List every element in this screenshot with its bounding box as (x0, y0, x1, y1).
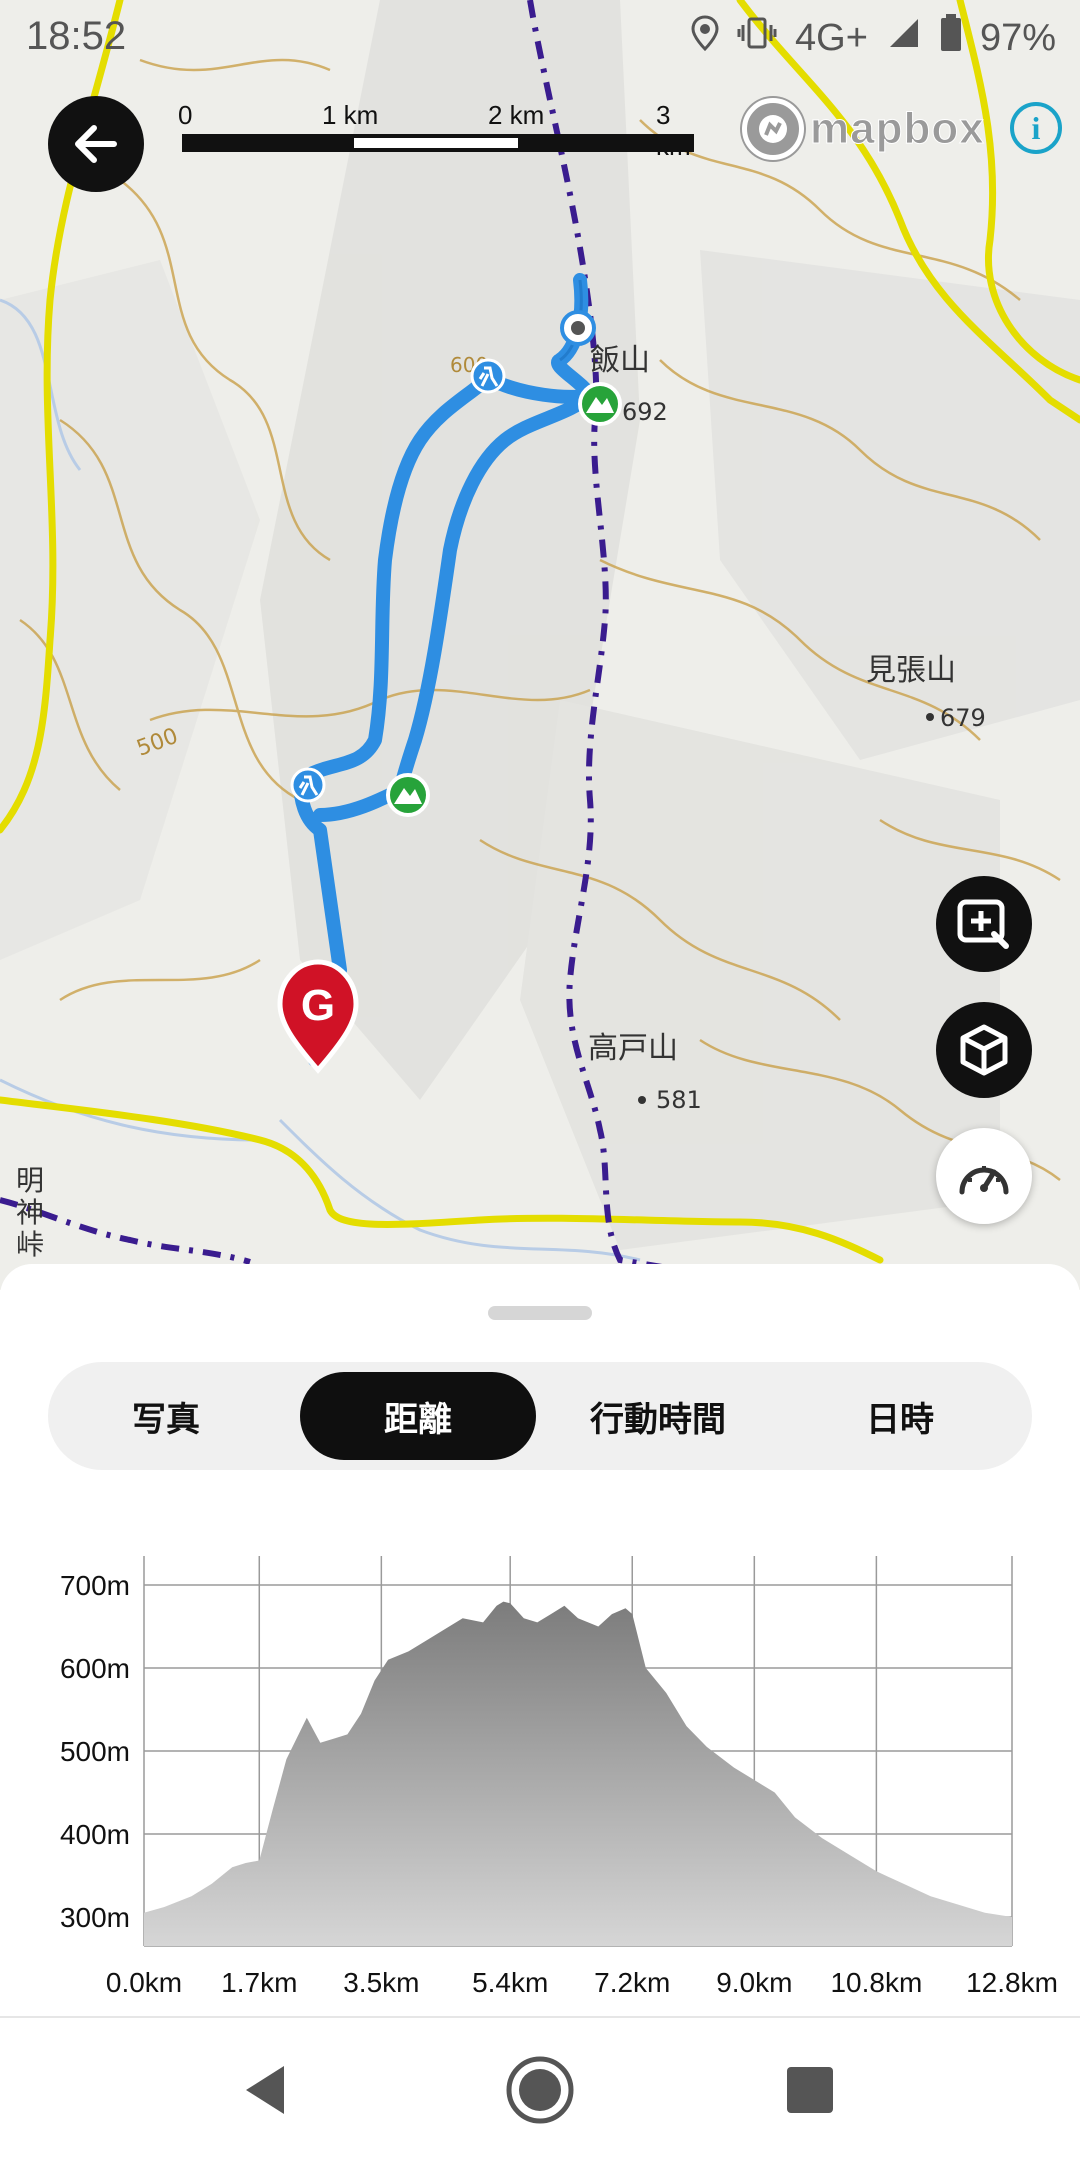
x-tick-label: 1.7km (221, 1967, 297, 1998)
peak-elev-679: 679 (940, 704, 986, 732)
hiker-marker-1[interactable] (470, 358, 506, 394)
info-button[interactable]: i (1010, 102, 1062, 154)
system-nav-bar (0, 2016, 1080, 2160)
location-icon (691, 15, 719, 61)
sheet-drag-handle[interactable] (488, 1306, 592, 1320)
scale-label-3km: 3 km (656, 100, 691, 161)
y-axis-labels: 700m 600m 500m 400m 300m (60, 1570, 130, 1933)
summit-marker-2[interactable] (386, 773, 430, 817)
peak-elev-581: 581 (656, 1086, 702, 1114)
speedometer-button[interactable] (936, 1128, 1032, 1224)
home-circle-icon (506, 2056, 574, 2124)
elevation-area (144, 1601, 1012, 1946)
tab-photos[interactable]: 写真 (48, 1372, 284, 1460)
nav-home-button[interactable] (500, 2050, 580, 2130)
y-tick-label: 500m (60, 1736, 130, 1767)
back-button[interactable] (48, 96, 144, 192)
peak-elev-692: 692 (622, 398, 668, 426)
mapbox-logo[interactable]: mapbox (742, 98, 985, 160)
x-tick-label: 3.5km (343, 1967, 419, 1998)
recents-square-icon (787, 2067, 833, 2113)
zoom-in-button[interactable] (936, 876, 1032, 972)
x-tick-label: 5.4km (472, 1967, 548, 1998)
y-tick-label: 700m (60, 1570, 130, 1601)
scale-segment-1 (182, 134, 354, 152)
map-scale-bar: 0 1 km 2 km 3 km (178, 100, 694, 161)
status-time: 18:52 (26, 14, 127, 58)
network-type: 4G+ (795, 16, 868, 59)
tab-distance[interactable]: 距離 (300, 1372, 536, 1460)
status-bar: 18:52 4G+ 97% (0, 0, 1080, 72)
peak-label-takatoyama: 高戸山 (588, 1031, 678, 1066)
status-icons: 4G+ 97% (691, 14, 1056, 62)
scale-label-1km: 1 km (322, 100, 379, 130)
speedometer-icon (959, 1166, 1009, 1195)
nav-back-button[interactable] (226, 2050, 306, 2130)
scale-label-2km: 2 km (488, 100, 545, 130)
x-axis-labels: 0.0km 1.7km 3.5km 5.4km 7.2km 9.0km 10.8km 12.8… (106, 1967, 1058, 1998)
scale-segment-3 (518, 134, 694, 152)
zoom-in-icon (957, 899, 1009, 949)
cube-icon (960, 1024, 1008, 1076)
tab-datetime[interactable]: 日時 (782, 1372, 1018, 1460)
y-tick-label: 600m (60, 1653, 130, 1684)
back-triangle-icon (246, 2066, 284, 2114)
map-canvas[interactable]: 飯山 692 見張山 679 高戸山 581 500 600 明神峠 G (0, 0, 1080, 1290)
start-marker[interactable] (560, 310, 596, 346)
y-tick-label: 300m (60, 1902, 130, 1933)
mapbox-wordmark: mapbox (810, 104, 985, 154)
svg-text:G: G (301, 981, 335, 1030)
tab-activity-time[interactable]: 行動時間 (540, 1372, 776, 1460)
x-tick-label: 9.0km (716, 1967, 792, 1998)
summit-marker-1[interactable] (578, 382, 622, 426)
elevation-chart[interactable]: 700m 600m 500m 400m 300m 0.0km 1.7km 3.5km 5.4k… (0, 1530, 1080, 2014)
x-tick-label: 7.2km (594, 1967, 670, 1998)
nav-recents-button[interactable] (770, 2050, 850, 2130)
peak-label-iiyama: 飯山 (590, 343, 650, 378)
signal-icon (886, 15, 922, 61)
battery-icon (940, 14, 962, 62)
peak-label-mihariyama: 見張山 (866, 653, 956, 688)
map-view[interactable]: 飯山 692 見張山 679 高戸山 581 500 600 明神峠 G 18:… (0, 0, 1080, 1290)
scale-label-0: 0 (178, 100, 193, 130)
3d-view-button[interactable] (936, 1002, 1032, 1098)
x-tick-label: 10.8km (830, 1967, 922, 1998)
x-tick-label: 0.0km (106, 1967, 182, 1998)
mapbox-logo-icon (742, 98, 804, 160)
vibrate-icon (737, 15, 777, 61)
scale-segment-2 (350, 134, 522, 152)
pass-label: 明神峠 (16, 1164, 44, 1261)
battery-level: 97% (979, 16, 1056, 59)
hiker-marker-2[interactable] (290, 767, 326, 803)
x-tick-label: 12.8km (966, 1967, 1058, 1998)
chart-mode-tabs: 写真 距離 行動時間 日時 (48, 1362, 1032, 1470)
y-tick-label: 400m (60, 1819, 130, 1850)
arrow-left-icon (75, 125, 117, 163)
